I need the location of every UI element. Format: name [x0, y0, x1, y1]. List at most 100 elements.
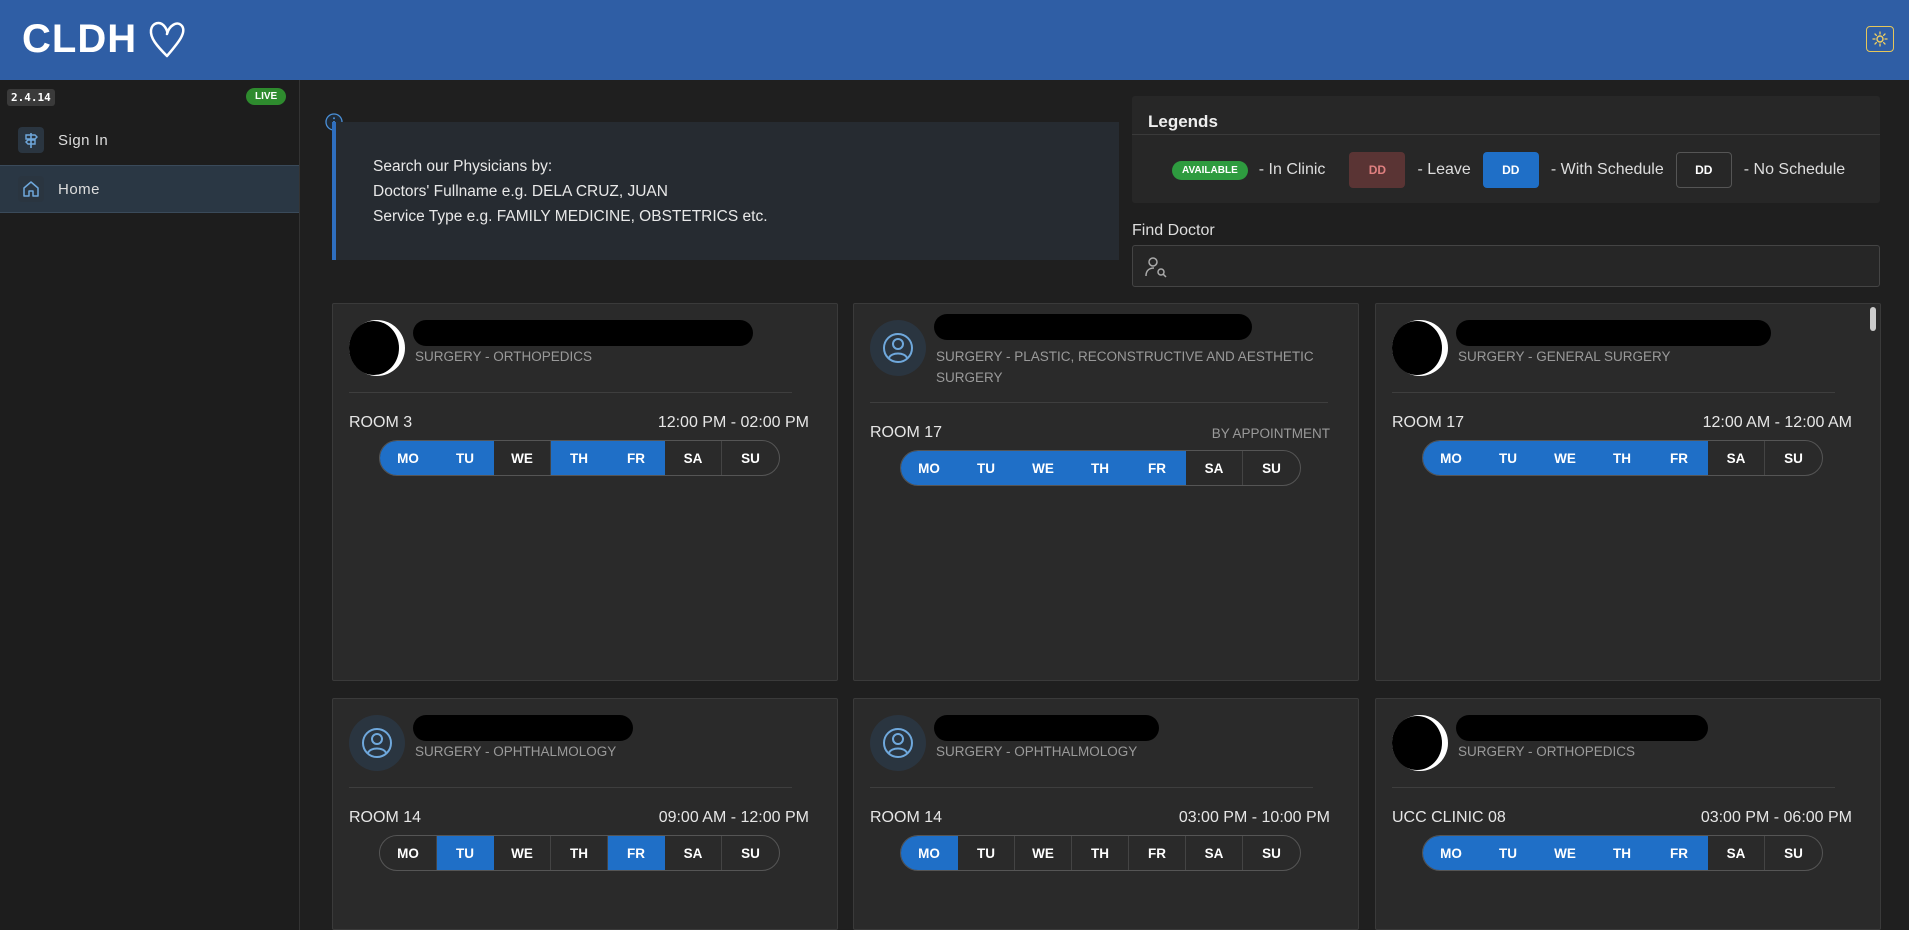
day-tu[interactable]: TU: [437, 441, 494, 475]
day-su[interactable]: SU: [1243, 836, 1300, 870]
schedule-time: 12:00 AM - 12:00 AM: [1702, 414, 1852, 431]
sidebar-item-home[interactable]: Home: [0, 165, 299, 213]
day-we[interactable]: WE: [1537, 836, 1594, 870]
schedule-time: 09:00 AM - 12:00 PM: [658, 809, 809, 826]
divider: [1392, 787, 1835, 788]
doctor-card[interactable]: SURGERY - OPHTHALMOLOGY ROOM 14 09:00 AM -…: [332, 698, 838, 930]
day-sa[interactable]: SA: [1708, 441, 1765, 475]
version-label: 2.4.14: [7, 89, 55, 106]
room-label: ROOM 14: [870, 809, 943, 826]
day-schedule: MO TU WE TH FR SA SU: [379, 835, 780, 871]
no-schedule-label: - No Schedule: [1743, 161, 1846, 178]
info-line: Doctors' Fullname e.g. DELA CRUZ, JUAN: [373, 183, 668, 200]
day-mo[interactable]: MO: [380, 836, 437, 870]
schedule-time: 03:00 PM - 10:00 PM: [1178, 809, 1330, 826]
day-mo[interactable]: MO: [1423, 441, 1480, 475]
day-mo[interactable]: MO: [380, 441, 437, 475]
day-tu[interactable]: TU: [1480, 836, 1537, 870]
divider: [1132, 134, 1880, 135]
day-fr[interactable]: FR: [608, 441, 665, 475]
day-sa[interactable]: SA: [665, 836, 722, 870]
redacted-doctor-name: [413, 320, 753, 346]
find-doctor-field[interactable]: [1132, 245, 1880, 287]
day-su[interactable]: SU: [1243, 451, 1300, 485]
person-avatar-icon: [349, 715, 405, 771]
day-fr[interactable]: FR: [1129, 451, 1186, 485]
day-fr[interactable]: FR: [1651, 441, 1708, 475]
divider: [349, 392, 792, 393]
day-tu[interactable]: TU: [958, 836, 1015, 870]
day-su[interactable]: SU: [722, 836, 779, 870]
day-mo[interactable]: MO: [901, 451, 958, 485]
day-sa[interactable]: SA: [665, 441, 722, 475]
day-su[interactable]: SU: [722, 441, 779, 475]
info-line: Service Type e.g. FAMILY MEDICINE, OBSTE…: [373, 208, 768, 225]
theme-toggle-button[interactable]: [1866, 26, 1894, 52]
user-search-icon: [1145, 257, 1167, 278]
day-we[interactable]: WE: [1537, 441, 1594, 475]
day-tu[interactable]: TU: [1480, 441, 1537, 475]
doctor-card[interactable]: SURGERY - PLASTIC, RECONSTRUCTIVE AND AE…: [853, 303, 1359, 681]
day-fr[interactable]: FR: [608, 836, 665, 870]
live-status-badge: LIVE: [246, 88, 287, 105]
day-we[interactable]: WE: [1015, 451, 1072, 485]
find-doctor-label: Find Doctor: [1132, 222, 1215, 239]
sidebar-item-label: Sign In: [58, 131, 109, 149]
legends-panel: Legends AVAILABLE - In Clinic DD - Leave…: [1132, 96, 1880, 203]
redacted-doctor-name: [934, 314, 1252, 340]
day-schedule: MO TU WE TH FR SA SU: [1422, 440, 1823, 476]
sidebar-item-sign-in[interactable]: Sign In: [0, 116, 299, 164]
day-th[interactable]: TH: [551, 441, 608, 475]
day-tu[interactable]: TU: [437, 836, 494, 870]
day-th[interactable]: TH: [1594, 441, 1651, 475]
signpost-icon: [18, 127, 44, 153]
divider: [870, 402, 1328, 403]
divider: [1392, 392, 1835, 393]
day-we[interactable]: WE: [494, 441, 551, 475]
day-schedule: MO TU WE TH FR SA SU: [900, 450, 1301, 486]
home-icon: [18, 176, 44, 202]
day-su[interactable]: SU: [1765, 441, 1822, 475]
day-fr[interactable]: FR: [1129, 836, 1186, 870]
doctor-card[interactable]: SURGERY - ORTHOPEDICS UCC CLINIC 08 03:00 …: [1375, 698, 1881, 930]
available-badge: AVAILABLE: [1172, 160, 1248, 180]
day-schedule: MO TU WE TH FR SA SU: [1422, 835, 1823, 871]
day-sa[interactable]: SA: [1186, 451, 1243, 485]
leave-label: - Leave: [1417, 161, 1471, 178]
day-th[interactable]: TH: [1594, 836, 1651, 870]
day-sa[interactable]: SA: [1186, 836, 1243, 870]
day-mo[interactable]: MO: [901, 836, 958, 870]
day-sa[interactable]: SA: [1708, 836, 1765, 870]
doctor-card[interactable]: SURGERY - GENERAL SURGERY ROOM 17 12:00 AM…: [1375, 303, 1881, 681]
doctor-specialty: SURGERY - ORTHOPEDICS: [1458, 744, 1636, 759]
room-label: ROOM 17: [870, 424, 943, 441]
search-info-box: Search our Physicians by: Doctors' Fulln…: [332, 122, 1119, 260]
find-doctor-input[interactable]: [1177, 246, 1867, 286]
scrollbar-thumb[interactable]: [1870, 307, 1876, 331]
doctor-card[interactable]: SURGERY - OPHTHALMOLOGY ROOM 14 03:00 PM -…: [853, 698, 1359, 930]
day-we[interactable]: WE: [494, 836, 551, 870]
day-we[interactable]: WE: [1015, 836, 1072, 870]
schedule-time: 03:00 PM - 06:00 PM: [1700, 809, 1852, 826]
divider: [349, 787, 792, 788]
legend-row: AVAILABLE - In Clinic DD - Leave DD - Wi…: [1172, 152, 1845, 188]
divider: [870, 787, 1313, 788]
day-mo[interactable]: MO: [1423, 836, 1480, 870]
with-schedule-swatch: DD: [1482, 152, 1539, 188]
redacted-doctor-name: [1456, 715, 1708, 741]
doctor-specialty: SURGERY - OPHTHALMOLOGY: [415, 744, 617, 759]
room-label: ROOM 14: [349, 809, 422, 826]
in-clinic-label: - In Clinic: [1258, 161, 1326, 178]
cldh-logo[interactable]: CLDH: [22, 14, 187, 64]
day-fr[interactable]: FR: [1651, 836, 1708, 870]
day-tu[interactable]: TU: [958, 451, 1015, 485]
day-th[interactable]: TH: [1072, 836, 1129, 870]
day-su[interactable]: SU: [1765, 836, 1822, 870]
legends-title: Legends: [1148, 112, 1218, 131]
doctor-card[interactable]: SURGERY - ORTHOPEDICS ROOM 3 12:00 PM - 02…: [332, 303, 838, 681]
day-th[interactable]: TH: [1072, 451, 1129, 485]
day-th[interactable]: TH: [551, 836, 608, 870]
heart-logo-icon: [149, 21, 185, 58]
leave-swatch: DD: [1349, 152, 1406, 188]
doctor-photo: [1392, 320, 1448, 376]
